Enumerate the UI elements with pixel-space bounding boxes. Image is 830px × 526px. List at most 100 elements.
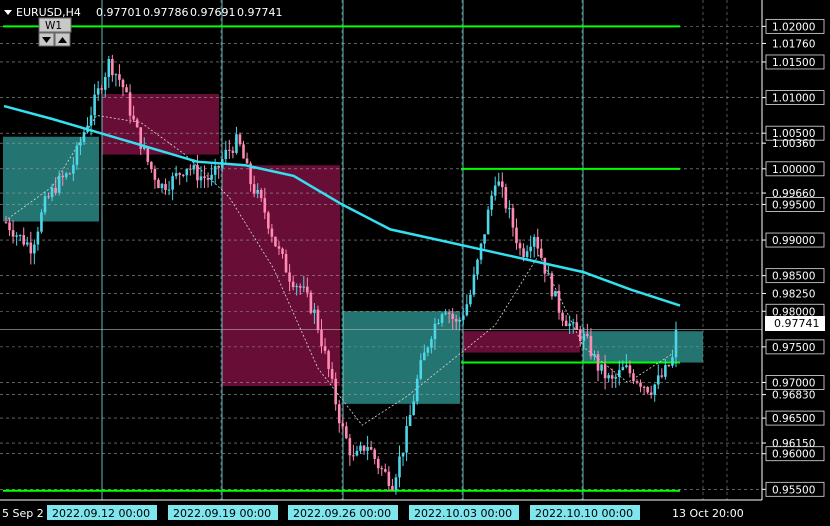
price-label: 1.00360	[772, 138, 815, 150]
candle-bull	[167, 189, 171, 191]
candle-bear	[518, 243, 522, 249]
candle-bear	[373, 449, 376, 459]
candle-bear	[252, 184, 256, 194]
time-label: 5 Sep 2	[2, 507, 44, 520]
candle-bull	[653, 384, 657, 395]
candle-bear	[245, 158, 249, 164]
candle-bear	[320, 329, 323, 347]
candle-bear	[203, 176, 206, 179]
candle-bear	[284, 254, 288, 273]
candle-bull	[103, 76, 107, 90]
price-label: 0.99500	[772, 199, 815, 211]
candle-bull	[529, 246, 532, 252]
candle-bear	[504, 187, 508, 209]
candle-bull	[50, 187, 54, 198]
candle-bear	[157, 179, 160, 189]
timeframe-label: W1	[45, 20, 62, 32]
candle-bear	[550, 273, 554, 297]
candle-bear	[387, 471, 391, 486]
candle-bull	[295, 286, 298, 288]
timeframe-widget[interactable]: W1	[38, 17, 72, 47]
price-label: 1.02000	[772, 21, 815, 33]
candle-bear	[61, 175, 65, 178]
candle-bull	[462, 315, 465, 320]
candle-bull	[508, 208, 511, 210]
candle-bull	[25, 242, 29, 245]
candle-bear	[337, 404, 341, 424]
candle-bull	[415, 378, 419, 402]
candle-bear	[639, 382, 642, 387]
candle-bull	[185, 168, 189, 176]
candle-bull	[656, 375, 660, 385]
candle-bull	[525, 251, 529, 258]
candle-bear	[206, 178, 210, 180]
candle-bull	[532, 236, 536, 247]
candle-bull	[617, 370, 621, 377]
ohlc-low: 0.97691	[190, 6, 236, 19]
candle-bull	[398, 456, 401, 478]
candle-bull	[625, 365, 628, 368]
candle-bear	[667, 365, 671, 367]
candle-bull	[394, 477, 398, 490]
candle-bull	[256, 189, 259, 194]
candle-bull	[497, 181, 501, 186]
candle-bear	[561, 312, 564, 321]
candle-bull	[554, 290, 557, 297]
candle-bull	[18, 235, 22, 237]
price-label: 0.96830	[772, 390, 815, 402]
candle-bull	[465, 304, 469, 316]
candle-bear	[341, 423, 345, 427]
candle-bear	[54, 187, 57, 193]
candle-bear	[369, 447, 373, 450]
candle-bull	[174, 173, 178, 177]
candle-bear	[454, 319, 458, 322]
candle-bull	[614, 376, 618, 379]
candle-bear	[522, 248, 525, 258]
candle-bull	[405, 425, 408, 453]
candle-bear	[118, 74, 121, 80]
candle-bear	[376, 458, 380, 469]
candle-bull	[412, 401, 415, 415]
candle-bull	[36, 231, 40, 245]
candle-bear	[164, 183, 167, 191]
candle-bull	[423, 352, 426, 361]
time-label: 2022.09.26 00:00	[293, 507, 391, 520]
price-chart[interactable]: 1.020001.017601.015001.010001.005001.003…	[0, 0, 830, 526]
candle-bull	[547, 273, 550, 275]
candle-bear	[380, 468, 384, 470]
candle-bear	[277, 246, 281, 249]
candle-bull	[419, 360, 423, 379]
candle-bear	[267, 212, 270, 229]
candle-bull	[426, 347, 430, 353]
price-label: 0.96000	[772, 449, 815, 461]
candle-bull	[408, 414, 412, 426]
chart-background	[0, 0, 830, 526]
candle-bull	[607, 375, 610, 379]
candle-bull	[89, 115, 93, 126]
candle-bear	[515, 227, 518, 244]
candle-bull	[582, 334, 586, 341]
price-label: 1.01000	[772, 93, 815, 105]
candle-bear	[586, 334, 589, 336]
candle-bear	[125, 87, 128, 93]
candle-bear	[135, 119, 139, 128]
candle-bear	[4, 222, 8, 224]
candle-bull	[366, 447, 369, 451]
candle-bear	[274, 236, 277, 247]
price-label: 0.98500	[772, 271, 815, 283]
symbol-label: EURUSD,H4	[16, 6, 81, 19]
candle-bull	[600, 364, 603, 371]
candle-bear	[649, 392, 653, 395]
candle-bear	[29, 242, 33, 254]
candle-bear	[345, 426, 348, 439]
candle-bull	[313, 309, 316, 313]
candle-bull	[75, 145, 79, 165]
candle-bull	[430, 339, 433, 348]
candle-bear	[610, 375, 614, 379]
candle-bull	[674, 329, 678, 358]
candle-bull	[160, 183, 164, 189]
candle-bear	[451, 313, 454, 320]
time-label: 2022.09.12 00:00	[52, 507, 150, 520]
candle-bear	[146, 146, 150, 162]
candle-bull	[93, 94, 96, 116]
